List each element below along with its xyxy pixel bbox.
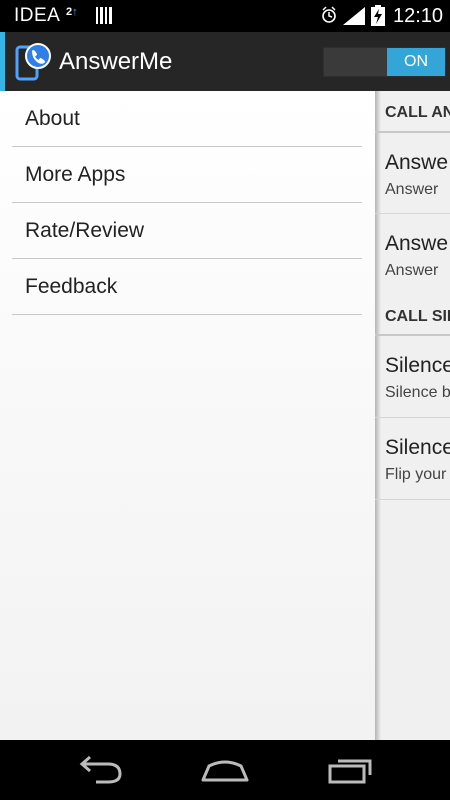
service-toggle[interactable]: ON [323, 47, 446, 77]
drawer-item-label: More Apps [25, 163, 126, 186]
system-nav-bar [0, 740, 450, 800]
setting-subtitle: Flip your [385, 466, 447, 483]
alarm-icon [322, 6, 336, 23]
back-icon[interactable] [70, 752, 130, 788]
app-title: AnswerMe [59, 48, 173, 75]
row-divider [375, 417, 450, 418]
network-type-icon: 2↑ [66, 6, 78, 18]
row-divider [375, 499, 450, 500]
action-bar: AnswerMe ON [0, 32, 450, 91]
setting-title: Answe [385, 151, 449, 174]
drawer-item-feedback[interactable]: Feedback [12, 259, 362, 315]
setting-title: Silence [385, 354, 450, 377]
setting-title: Answe [385, 232, 449, 255]
drawer-shadow [375, 91, 381, 740]
settings-content: CALL AN Answe Answer Answe Answer CALL S… [375, 91, 450, 740]
navigation-drawer: About More Apps Rate/Review Feedback [0, 91, 375, 740]
section-divider [375, 334, 450, 336]
battery-charging-icon [371, 5, 385, 26]
drawer-item-label: Rate/Review [25, 219, 145, 242]
setting-subtitle: Answer [385, 262, 439, 279]
status-bar: IDEA 2↑ 12:10 [0, 0, 450, 32]
drawer-item-more-apps[interactable]: More Apps [12, 147, 362, 203]
setting-subtitle: Answer [385, 181, 439, 198]
drawer-item-label: About [25, 107, 80, 130]
section-header-call-answer: CALL AN [385, 104, 450, 121]
drawer-item-about[interactable]: About [12, 91, 362, 147]
setting-title: Silence [385, 436, 450, 459]
drawer-item-rate-review[interactable]: Rate/Review [12, 203, 362, 259]
toggle-on-label: ON [387, 48, 445, 76]
section-header-call-silence: CALL SIL [385, 308, 450, 325]
setting-subtitle: Silence b [385, 384, 450, 401]
barcode-icon [96, 7, 112, 24]
carrier-name: IDEA [14, 5, 61, 26]
clock: 12:10 [393, 5, 444, 27]
section-divider [375, 131, 450, 133]
home-icon[interactable] [195, 752, 255, 788]
app-logo-icon[interactable] [14, 41, 52, 81]
recent-apps-icon[interactable] [322, 752, 382, 788]
drawer-indicator [0, 32, 5, 91]
drawer-item-label: Feedback [25, 275, 118, 298]
signal-icon [343, 7, 365, 25]
row-divider [375, 213, 450, 214]
